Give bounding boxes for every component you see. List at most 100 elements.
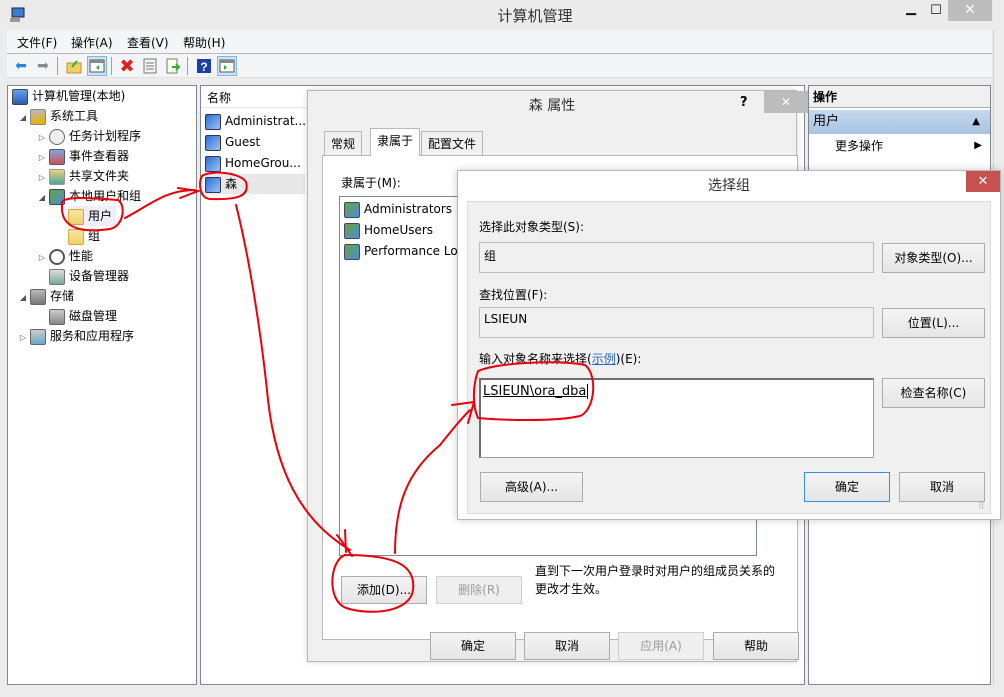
dialog-title: 森 属性 (528, 98, 576, 114)
cancel-button[interactable]: 取消 (524, 632, 610, 660)
tab-member-of[interactable]: 隶属于 (370, 128, 421, 156)
services-icon (30, 328, 46, 345)
help-button[interactable]: 帮助 (713, 632, 799, 660)
tree-item-system-tools[interactable]: ◢ 系统工具 (16, 106, 98, 126)
disk-icon (49, 308, 65, 325)
tab-general[interactable]: 常规 (324, 131, 363, 155)
tree-item-disk-management[interactable]: 磁盘管理 (49, 306, 117, 326)
actions-section-users[interactable]: 用户 ▲ (809, 110, 990, 134)
show-hide-action-pane-icon[interactable] (217, 56, 237, 76)
list-item[interactable]: Guest (205, 132, 260, 152)
window-title: 计算机管理 (497, 7, 573, 25)
collapsed-arrow-icon[interactable]: ▷ (16, 328, 30, 348)
cancel-button[interactable]: 取消 (899, 472, 985, 502)
apply-button[interactable]: 应用(A) (618, 632, 704, 660)
user-icon (205, 113, 221, 130)
up-folder-icon[interactable] (64, 56, 84, 76)
locations-button[interactable]: 位置(L)... (882, 308, 985, 338)
performance-icon (49, 248, 65, 265)
folder-icon (68, 228, 84, 245)
help-question-icon[interactable]: ? (740, 95, 748, 110)
tree-item-computer-management[interactable]: 计算机管理(本地) (12, 86, 125, 106)
show-hide-tree-icon[interactable] (87, 56, 107, 76)
object-names-input[interactable]: LSIEUN\ora_dba (479, 378, 874, 458)
tree-item-storage[interactable]: ◢ 存储 (16, 286, 74, 306)
dialog-title: 选择组 (708, 178, 750, 194)
ok-button[interactable]: 确定 (430, 632, 516, 660)
collapsed-arrow-icon[interactable]: ▷ (35, 128, 49, 148)
add-button[interactable]: 添加(D)... (341, 576, 427, 604)
menu-file[interactable]: 文件(F) (17, 34, 57, 51)
list-item-selected[interactable]: 森 (205, 174, 305, 194)
folder-icon (68, 208, 84, 225)
submenu-arrow-icon: ▶ (974, 140, 982, 151)
advanced-button[interactable]: 高级(A)... (480, 472, 583, 502)
actions-header: 操作 (809, 86, 990, 108)
object-types-button[interactable]: 对象类型(O)... (882, 243, 985, 273)
console-tree: 计算机管理(本地) ◢ 系统工具 ▷ 任务计划程序 ▷ 事件查看器 ▷ 共享文件夹 ◢ 本… (7, 85, 197, 685)
ok-button[interactable]: 确定 (804, 472, 890, 502)
collapsed-arrow-icon[interactable]: ▷ (35, 248, 49, 268)
toolbar-separator (57, 57, 58, 75)
tree-item-groups[interactable]: 组 (68, 226, 100, 246)
event-viewer-icon (49, 148, 65, 165)
users-group-icon (49, 188, 65, 205)
computer-icon (12, 88, 28, 105)
toolbar-separator (111, 57, 112, 75)
close-button[interactable]: ✕ (764, 91, 808, 113)
collapsed-arrow-icon[interactable]: ▷ (35, 148, 49, 168)
member-of-label: 隶属于(M): (341, 176, 401, 190)
tree-item-services-applications[interactable]: ▷ 服务和应用程序 (16, 326, 134, 346)
status-bar (0, 685, 994, 697)
back-arrow-icon[interactable]: ⬅ (11, 56, 31, 76)
check-names-button[interactable]: 检查名称(C) (882, 378, 985, 408)
tree-item-local-users-groups[interactable]: ◢ 本地用户和组 (35, 186, 141, 206)
tab-profile[interactable]: 配置文件 (421, 131, 484, 155)
forward-arrow-icon[interactable]: ➡ (33, 56, 53, 76)
close-button[interactable]: ✕ (966, 171, 1000, 192)
tree-item-event-viewer[interactable]: ▷ 事件查看器 (35, 146, 129, 166)
membership-note: 直到下一次用户登录时对用户的组成员关系的更改才生效。 (535, 564, 776, 596)
object-type-field: 组 (479, 242, 874, 273)
menu-bar: 文件(F) 操作(A) 查看(V) 帮助(H) (7, 30, 992, 54)
export-list-icon[interactable] (163, 56, 183, 76)
examples-link[interactable]: 示例 (592, 352, 616, 366)
shared-folder-icon (49, 168, 65, 185)
close-button[interactable]: ✕ (948, 0, 992, 21)
menu-help[interactable]: 帮助(H) (183, 34, 225, 51)
collapsed-arrow-icon[interactable]: ▷ (35, 168, 49, 188)
clock-icon (49, 128, 65, 145)
storage-icon (30, 288, 46, 305)
tree-item-performance[interactable]: ▷ 性能 (35, 246, 93, 266)
expanded-arrow-icon[interactable]: ◢ (16, 108, 30, 128)
tree-item-device-manager[interactable]: 设备管理器 (49, 266, 129, 286)
group-icon (344, 222, 360, 239)
location-field: LSIEUN (479, 307, 874, 338)
list-item[interactable]: HomeGrou... (205, 153, 301, 173)
tree-item-shared-folders[interactable]: ▷ 共享文件夹 (35, 166, 129, 186)
svg-text:?: ? (200, 60, 207, 74)
object-names-label: 输入对象名称来选择(示例)(E): (479, 352, 642, 366)
list-item[interactable]: Administrators (344, 199, 452, 220)
toolbar-separator (187, 57, 188, 75)
collapse-arrow-icon[interactable]: ▲ (972, 110, 980, 134)
list-item[interactable]: Administrat... (205, 111, 306, 131)
help-icon[interactable]: ? (194, 56, 214, 76)
menu-action[interactable]: 操作(A) (71, 34, 113, 51)
device-manager-icon (49, 268, 65, 285)
list-item[interactable]: HomeUsers (344, 220, 433, 241)
tree-item-users[interactable]: 用户 (68, 206, 117, 226)
expanded-arrow-icon[interactable]: ◢ (16, 288, 30, 308)
properties-icon[interactable] (140, 56, 160, 76)
remove-button[interactable]: 删除(R) (436, 576, 522, 604)
more-actions-item[interactable]: 更多操作 ▶ (809, 134, 990, 158)
delete-icon[interactable]: ✖ (117, 56, 137, 77)
location-label: 查找位置(F): (479, 288, 548, 302)
resize-grip-icon[interactable]: ⠿ (978, 502, 988, 512)
select-group-dialog: 选择组 ✕ 选择此对象类型(S): 组 对象类型(O)... 查找位置(F): … (457, 170, 1001, 520)
title-bar[interactable]: 计算机管理 ▁ ☐ ✕ (0, 0, 994, 30)
expanded-arrow-icon[interactable]: ◢ (35, 188, 49, 208)
tree-item-task-scheduler[interactable]: ▷ 任务计划程序 (35, 126, 141, 146)
column-header-name[interactable]: 名称 (207, 89, 231, 106)
menu-view[interactable]: 查看(V) (127, 34, 169, 51)
